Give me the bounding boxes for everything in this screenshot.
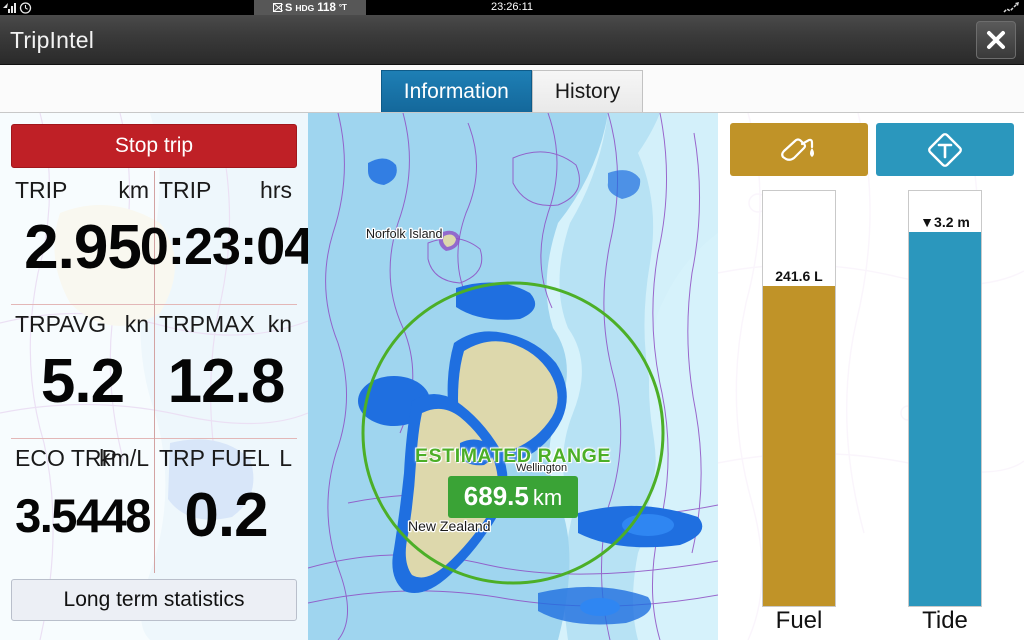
tab-history-label: History [554,79,621,103]
stat-cell-trpmax-kn[interactable]: TRPMAX kn 12.8 [154,305,297,439]
stat-cell-trip-hrs[interactable]: TRIP hrs 0:23:04 [139,171,308,305]
envelope-icon [273,3,283,12]
window-title-bar: TripIntel [0,15,1024,65]
stat-value: 0.2 [184,480,268,550]
stat-value: 3.5448 [15,488,151,542]
estimated-range-badge: 689.5 km [308,476,718,518]
stat-value: 5.2 [40,346,125,416]
gauges-panel: 241.6 L Fuel ▼3.2 m Tide [718,113,1024,640]
tab-bar: Information History [0,65,1024,113]
stat-cell-eco-trp[interactable]: ECO TRP km/L 3.5448 [11,439,154,573]
stop-trip-label: Stop trip [114,134,194,157]
stop-trip-button[interactable]: Stop trip [11,124,297,168]
tide-gauge-button[interactable] [876,123,1014,176]
fuel-gauge-button[interactable] [730,123,868,176]
stat-cell-trip-km[interactable]: TRIP km 2.95 [11,171,154,305]
tide-level-fill [909,232,981,606]
tab-information-label: Information [403,79,509,103]
status-bar: 23:26:11 S HDG 118 °T [0,0,1024,15]
content-area: Norfolk Island Wellington New Zealand ES… [0,113,1024,640]
stat-value: 12.8 [167,346,286,416]
trip-stat-row: TRIP km 2.95 TRIP hrs 0:23:04 [11,171,308,305]
tide-level-bar: ▼3.2 m [908,190,982,607]
estimated-range-unit: km [532,485,563,510]
heading-source: S [285,1,293,14]
tide-diamond-t-icon [928,132,962,167]
fuel-level-bar: 241.6 L [762,190,836,607]
trip-stat-row: TRPAVG kn 5.2 TRPMAX kn 12.8 [11,305,297,439]
heading-label: HDG [295,2,315,13]
signal-trend-icon [1003,2,1019,13]
heading-status-group: S HDG 118 °T [254,0,366,15]
gauge-fuel: 241.6 L Fuel [724,113,874,640]
map-label-new-zealand: New Zealand [408,518,491,534]
estimated-range-value: 689.5 [463,481,529,511]
fuel-level-fill [763,286,835,606]
heading-unit: °T [338,3,347,12]
tide-level-value: ▼3.2 m [920,214,970,230]
tab-information[interactable]: Information [380,70,532,112]
chart-map[interactable]: Norfolk Island Wellington New Zealand ES… [308,113,718,640]
stat-cell-trp-fuel[interactable]: TRP FUEL L 0.2 [154,439,297,573]
chartplotter-screen: 23:26:11 S HDG 118 °T TripIntel Informat… [0,0,1024,640]
trip-stat-row: ECO TRP km/L 3.5448 TRP FUEL L 0.2 [11,439,297,573]
stat-value: 0:23:04 [139,218,308,276]
fuel-level-value: 241.6 L [775,268,823,284]
gauge-tide: ▼3.2 m Tide [870,113,1020,640]
stat-value: 2.95 [24,212,142,282]
fuel-pump-icon [781,137,814,161]
page-title: TripIntel [10,27,95,53]
tide-gauge-label: Tide [922,607,968,634]
close-icon [987,31,1005,49]
close-button[interactable] [976,21,1016,59]
map-canvas: Norfolk Island Wellington New Zealand [308,113,718,640]
heading-value: 118 [317,1,336,14]
long-term-statistics-button[interactable]: Long term statistics [11,579,297,621]
long-term-statistics-label: Long term statistics [63,588,245,611]
trip-data-panel: Stop trip TRIP km 2.95 TRIP hrs 0:23:04 … [0,113,308,640]
trip-stat-grid: TRIP km 2.95 TRIP hrs 0:23:04 TRPAVG kn … [11,171,308,575]
fuel-gauge-label: Fuel [775,607,823,634]
estimated-range-label: ESTIMATED RANGE [414,445,612,467]
tab-history[interactable]: History [531,70,644,112]
stat-cell-trpavg-kn[interactable]: TRPAVG kn 5.2 [11,305,154,439]
status-bar-clock: 23:26:11 [490,1,533,13]
map-label-norfolk-island: Norfolk Island [366,227,442,241]
